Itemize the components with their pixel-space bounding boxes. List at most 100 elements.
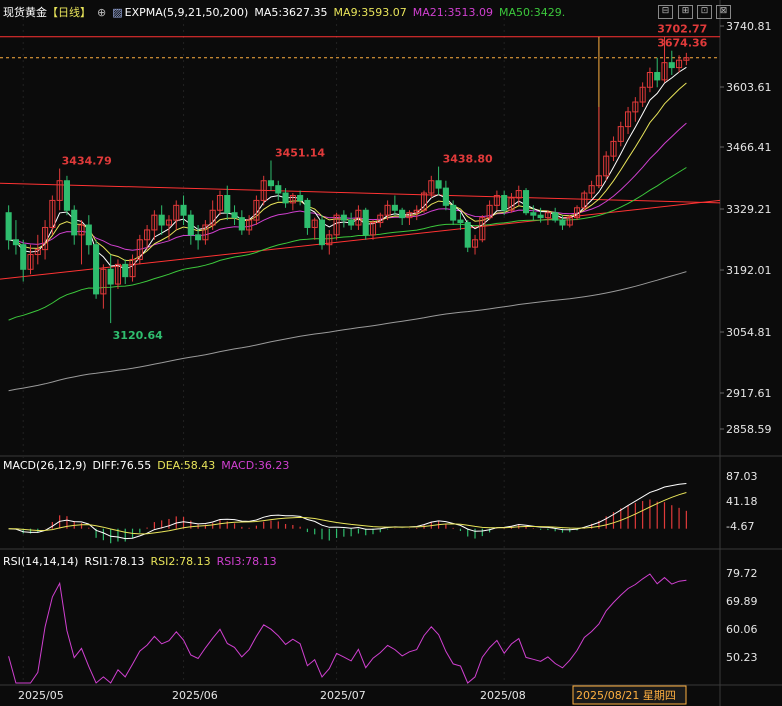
candle-13[interactable] bbox=[100, 264, 107, 309]
candle-42[interactable] bbox=[311, 217, 318, 240]
crosshair-icon[interactable]: ⊕ bbox=[97, 6, 106, 19]
candle-82[interactable] bbox=[603, 151, 610, 181]
candle-body bbox=[340, 214, 347, 221]
candle-body bbox=[552, 212, 559, 221]
candle-16[interactable] bbox=[122, 259, 129, 285]
candle-64[interactable] bbox=[471, 234, 479, 255]
candle-59[interactable] bbox=[435, 166, 442, 196]
close-icon[interactable]: ⊠ bbox=[716, 5, 731, 19]
candle-63[interactable] bbox=[464, 220, 471, 253]
candle-43[interactable] bbox=[318, 215, 326, 250]
candle-4[interactable] bbox=[34, 234, 41, 265]
candle-46[interactable] bbox=[340, 210, 347, 228]
ma5-value: MA5:3627.35 bbox=[254, 6, 328, 19]
macd-tick-label-2: -4.67 bbox=[726, 520, 754, 533]
candle-3[interactable] bbox=[27, 244, 34, 275]
candle-body bbox=[442, 187, 449, 206]
candle-44[interactable] bbox=[326, 229, 333, 255]
candle-27[interactable] bbox=[202, 220, 209, 245]
candle-47[interactable] bbox=[348, 212, 355, 230]
candle-body bbox=[122, 263, 129, 278]
candle-14[interactable] bbox=[107, 254, 114, 324]
candle-87[interactable] bbox=[639, 82, 646, 107]
candle-60[interactable] bbox=[442, 180, 449, 211]
candle-93[interactable] bbox=[683, 52, 690, 66]
candle-56[interactable] bbox=[413, 205, 420, 221]
candle-23[interactable] bbox=[173, 200, 180, 230]
candle-57[interactable] bbox=[420, 190, 428, 213]
candle-11[interactable] bbox=[85, 215, 92, 255]
candle-49[interactable] bbox=[362, 207, 369, 240]
candle-body bbox=[282, 192, 289, 204]
minimize-icon[interactable]: ⊟ bbox=[658, 5, 673, 19]
candle-30[interactable] bbox=[224, 185, 231, 221]
candle-29[interactable] bbox=[216, 190, 224, 216]
candle-20[interactable] bbox=[151, 210, 158, 240]
candle-79[interactable] bbox=[581, 190, 588, 211]
candle-75[interactable] bbox=[552, 207, 559, 223]
candle-53[interactable] bbox=[391, 195, 398, 216]
ma50-value: MA50:3429. bbox=[498, 6, 566, 19]
restore-icon[interactable]: ⊞ bbox=[678, 5, 693, 19]
ema5-line bbox=[8, 66, 687, 270]
macd-legend: MACD(26,12,9) DIFF:76.55 DEA:58.43 MACD:36.… bbox=[3, 459, 295, 473]
rsi1-value: RSI1:78.13 bbox=[84, 555, 145, 568]
candle-8[interactable] bbox=[63, 175, 70, 216]
candle-88[interactable] bbox=[646, 67, 653, 93]
candle-91[interactable] bbox=[668, 50, 675, 75]
candle-80[interactable] bbox=[588, 180, 595, 198]
candle-40[interactable] bbox=[297, 190, 304, 206]
candle-31[interactable] bbox=[231, 205, 238, 226]
macd-panel bbox=[8, 483, 687, 544]
candle-67[interactable] bbox=[493, 190, 500, 211]
candle-9[interactable] bbox=[71, 205, 78, 245]
chart-type-icon[interactable]: ▨ bbox=[112, 6, 122, 19]
price-tick-label-6: 2917.61 bbox=[726, 387, 772, 400]
candle-10[interactable] bbox=[78, 220, 85, 265]
candle-15[interactable] bbox=[114, 259, 122, 289]
candle-25[interactable] bbox=[187, 210, 194, 245]
candle-2[interactable] bbox=[20, 239, 27, 282]
candle-0[interactable] bbox=[5, 205, 12, 250]
candle-86[interactable] bbox=[632, 97, 639, 122]
candle-21[interactable] bbox=[158, 205, 165, 235]
candle-17[interactable] bbox=[129, 254, 136, 282]
candle-37[interactable] bbox=[275, 180, 282, 201]
annotation-peak-a: 3434.79 bbox=[62, 155, 112, 168]
candle-body bbox=[71, 209, 78, 236]
candle-28[interactable] bbox=[209, 200, 216, 230]
candle-12[interactable] bbox=[93, 239, 100, 299]
candlestick-series[interactable] bbox=[5, 36, 690, 324]
candle-84[interactable] bbox=[617, 121, 624, 147]
candle-55[interactable] bbox=[406, 210, 413, 226]
candle-6[interactable] bbox=[49, 195, 56, 235]
candle-body bbox=[399, 209, 406, 219]
candle-body bbox=[12, 239, 19, 246]
candle-71[interactable] bbox=[522, 188, 530, 216]
candle-body bbox=[180, 204, 187, 216]
candle-54[interactable] bbox=[399, 207, 406, 226]
candle-85[interactable] bbox=[625, 106, 632, 135]
candle-69[interactable] bbox=[508, 193, 515, 213]
candle-66[interactable] bbox=[486, 200, 493, 221]
candle-83[interactable] bbox=[610, 136, 617, 162]
candle-89[interactable] bbox=[654, 57, 661, 88]
candle-74[interactable] bbox=[544, 210, 551, 226]
candle-62[interactable] bbox=[457, 212, 464, 230]
candle-body bbox=[304, 199, 311, 228]
axes: 3740.81 3603.61 3466.41 3329.21 3192.01 3054.… bbox=[18, 20, 772, 705]
candle-7[interactable] bbox=[56, 168, 63, 211]
price-tick-label-0: 3740.81 bbox=[726, 20, 772, 33]
maximize-icon[interactable]: ⊡ bbox=[697, 5, 712, 19]
candle-41[interactable] bbox=[304, 197, 311, 235]
candle-32[interactable] bbox=[238, 210, 245, 235]
candle-body bbox=[464, 222, 471, 248]
candle-1[interactable] bbox=[12, 220, 19, 255]
candle-50[interactable] bbox=[369, 220, 377, 240]
candle-81[interactable] bbox=[595, 106, 602, 189]
macd-value: MACD:36.23 bbox=[221, 459, 290, 472]
time-label-1: 2025/06 bbox=[172, 689, 218, 702]
candle-45[interactable] bbox=[333, 212, 340, 240]
candle-36[interactable] bbox=[267, 160, 275, 191]
candle-body bbox=[435, 180, 442, 189]
